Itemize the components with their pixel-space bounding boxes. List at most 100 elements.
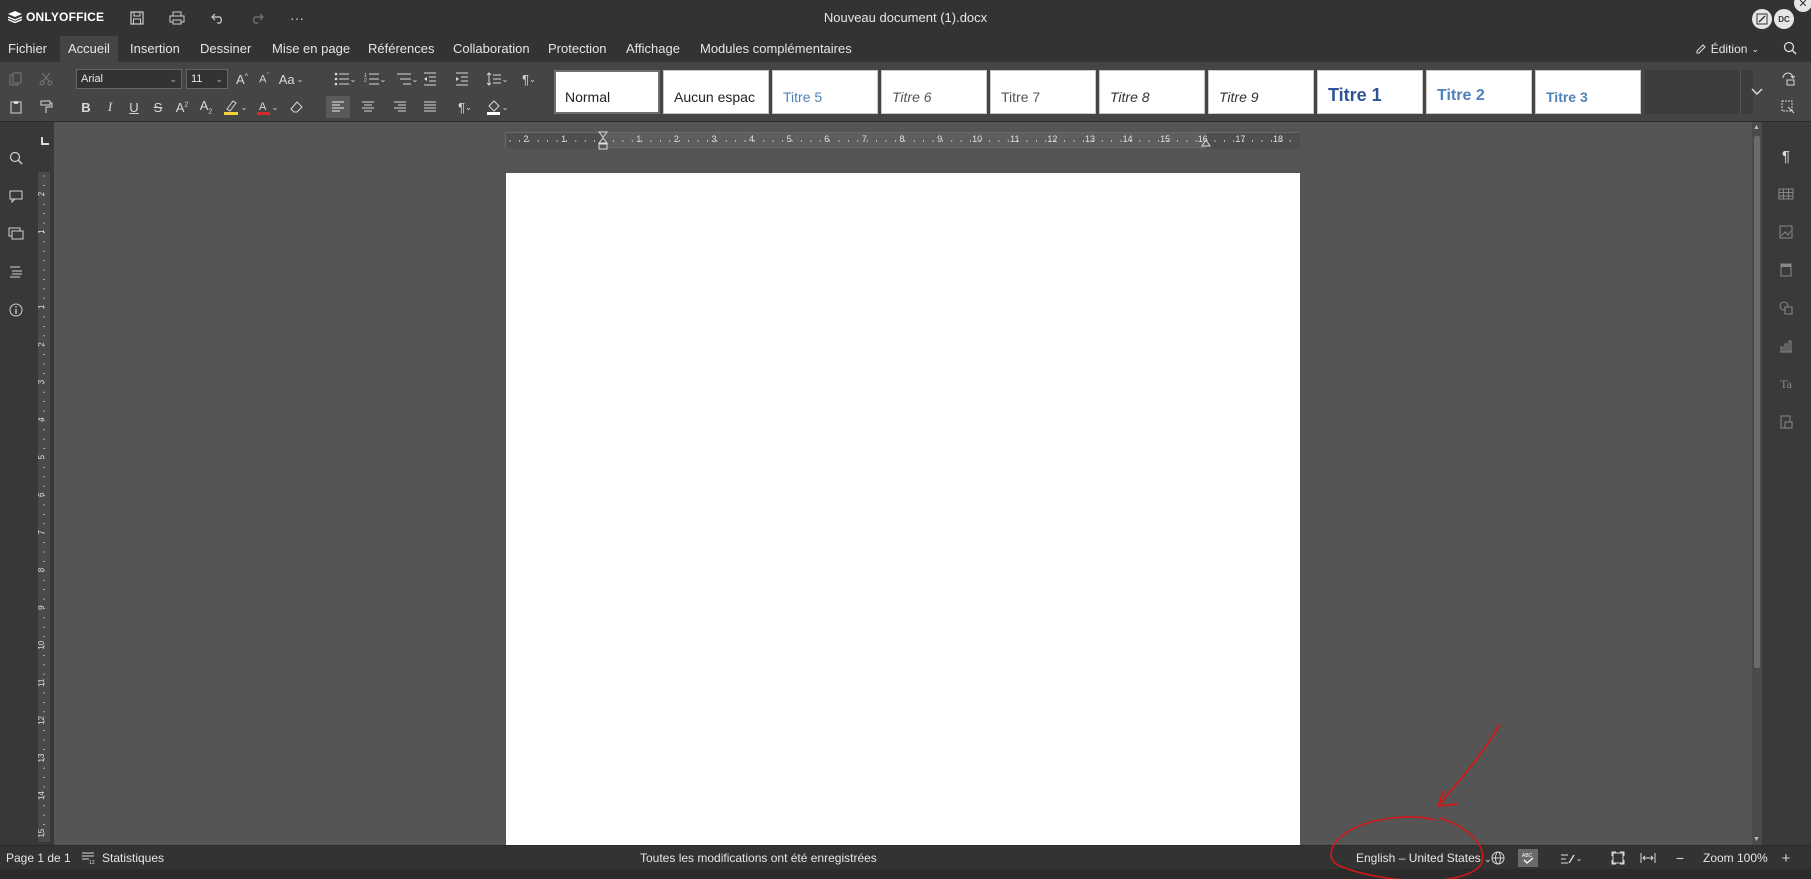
- decrease-indent-button[interactable]: [418, 68, 442, 90]
- style-titre-6[interactable]: Titre 6: [881, 70, 987, 114]
- user-avatar[interactable]: DC: [1774, 9, 1794, 29]
- align-right-button[interactable]: [388, 96, 412, 118]
- tab-references[interactable]: Références: [360, 36, 442, 62]
- find-button[interactable]: [6, 148, 26, 168]
- style-titre-7[interactable]: Titre 7: [990, 70, 1096, 114]
- increase-indent-button[interactable]: [450, 68, 474, 90]
- about-button[interactable]: [6, 300, 26, 320]
- scroll-up-icon[interactable]: ▲: [1753, 124, 1760, 131]
- style-aucun-espacement[interactable]: Aucun espac: [663, 70, 769, 114]
- close-window-button[interactable]: ✕: [1794, 0, 1811, 12]
- more-options-button[interactable]: ···: [286, 8, 308, 28]
- highlight-color-button[interactable]: ⌄: [220, 96, 250, 118]
- first-line-indent-marker[interactable]: [598, 131, 608, 151]
- line-spacing-button[interactable]: ⌄: [482, 68, 512, 90]
- styles-expand-button[interactable]: [1740, 70, 1772, 114]
- align-left-button[interactable]: [326, 96, 350, 118]
- scrollbar-thumb[interactable]: [1754, 136, 1760, 668]
- font-color-button[interactable]: A ⌄: [252, 96, 282, 118]
- tab-mise-en-page[interactable]: Mise en page: [264, 36, 358, 62]
- page-info[interactable]: Page 1 de 1: [6, 851, 71, 865]
- format-painter-button[interactable]: [34, 96, 58, 118]
- decrease-font-button[interactable]: Aˇ: [252, 68, 276, 90]
- navigation-button[interactable]: [6, 262, 26, 282]
- paragraph-settings-panel-button[interactable]: ¶: [1776, 146, 1796, 166]
- nonprinting-characters-button[interactable]: ¶ ⌄: [450, 96, 480, 118]
- zoom-level[interactable]: Zoom 100%: [1703, 851, 1768, 865]
- text-language-dropdown[interactable]: English – United States ⌄: [1356, 851, 1492, 865]
- select-all-button[interactable]: [1776, 96, 1800, 118]
- zoom-out-button[interactable]: −: [1670, 849, 1690, 867]
- print-button[interactable]: [166, 8, 188, 28]
- redo-button[interactable]: [246, 8, 268, 28]
- underline-button[interactable]: U: [122, 96, 146, 118]
- align-center-button[interactable]: [356, 96, 380, 118]
- chart-settings-button[interactable]: [1776, 336, 1796, 356]
- scroll-down-icon[interactable]: ▼: [1753, 836, 1760, 843]
- cut-button[interactable]: [34, 68, 58, 90]
- superscript-button[interactable]: A2: [170, 96, 194, 118]
- change-case-button[interactable]: Aa ⌄: [276, 68, 306, 90]
- paragraph-settings-button[interactable]: ¶ ⌄: [514, 68, 544, 90]
- font-size-select[interactable]: 11 ⌄: [186, 69, 228, 89]
- tab-modules-complementaires[interactable]: Modules complémentaires: [692, 36, 860, 62]
- tab-fichier[interactable]: Fichier: [0, 36, 55, 62]
- paragraph-shading-button[interactable]: ⌄: [482, 96, 512, 118]
- fit-to-page-button[interactable]: [1608, 849, 1628, 867]
- copy-button[interactable]: [4, 68, 28, 90]
- increase-font-button[interactable]: A^: [230, 68, 254, 90]
- header-footer-settings-button[interactable]: [1776, 260, 1796, 280]
- vertical-ruler[interactable]: 21123456789101112131415: [38, 172, 50, 842]
- style-titre-3[interactable]: Titre 3: [1535, 70, 1641, 114]
- replace-style-button[interactable]: [1776, 68, 1800, 90]
- save-button[interactable]: [126, 8, 148, 28]
- ruler-number: 2: [673, 134, 679, 144]
- tab-insertion[interactable]: Insertion: [122, 36, 188, 62]
- style-titre-2[interactable]: Titre 2: [1426, 70, 1532, 114]
- numbered-list-button[interactable]: 12 ⌄: [360, 68, 390, 90]
- mail-merge-button[interactable]: [1776, 412, 1796, 432]
- style-titre-9[interactable]: Titre 9: [1208, 70, 1314, 114]
- chat-button[interactable]: [6, 224, 26, 244]
- tab-accueil[interactable]: Accueil: [60, 36, 118, 62]
- strikethrough-button[interactable]: S: [146, 96, 170, 118]
- tab-dessiner[interactable]: Dessiner: [192, 36, 259, 62]
- paste-button[interactable]: [4, 96, 28, 118]
- style-normal[interactable]: Normal: [554, 70, 660, 114]
- subscript-button[interactable]: A2: [194, 96, 218, 118]
- vertical-scrollbar[interactable]: ▲ ▼: [1752, 122, 1762, 845]
- undo-button[interactable]: [207, 8, 229, 28]
- ruler-number: 2: [38, 342, 46, 347]
- tab-collaboration[interactable]: Collaboration: [445, 36, 538, 62]
- search-button[interactable]: [1783, 41, 1797, 55]
- justify-button[interactable]: [418, 96, 442, 118]
- zoom-in-button[interactable]: +: [1776, 849, 1796, 867]
- horizontal-ruler[interactable]: 2 1 1 2 3 4 5 6 7 8 9 10 11 12 13 14 15 16 17 18: [505, 131, 1300, 151]
- font-name-select[interactable]: Arial ⌄: [76, 69, 182, 89]
- track-changes-button[interactable]: ⌄: [1556, 849, 1586, 867]
- document-language-button[interactable]: [1488, 849, 1508, 867]
- right-indent-marker[interactable]: [1201, 139, 1211, 147]
- shape-settings-button[interactable]: [1776, 298, 1796, 318]
- image-settings-button[interactable]: [1776, 222, 1796, 242]
- comments-button[interactable]: [6, 186, 26, 206]
- style-titre-8[interactable]: Titre 8: [1099, 70, 1205, 114]
- spell-check-toggle[interactable]: ABC: [1518, 849, 1538, 867]
- tab-affichage[interactable]: Affichage: [618, 36, 688, 62]
- text-art-settings-button[interactable]: Ta: [1776, 374, 1796, 394]
- word-count-button[interactable]: 123: [78, 849, 98, 867]
- fit-to-width-button[interactable]: [1638, 849, 1658, 867]
- bullet-list-button[interactable]: ⌄: [330, 68, 360, 90]
- bold-button[interactable]: B: [74, 96, 98, 118]
- edit-mode-dropdown[interactable]: Édition ⌄: [1695, 36, 1759, 62]
- italic-button[interactable]: I: [98, 96, 122, 118]
- table-settings-button[interactable]: [1776, 184, 1796, 204]
- document-page[interactable]: [506, 173, 1300, 845]
- tab-stop-selector[interactable]: [40, 136, 50, 146]
- tab-protection[interactable]: Protection: [540, 36, 615, 62]
- edit-document-button[interactable]: [1752, 9, 1772, 29]
- style-titre-5[interactable]: Titre 5: [772, 70, 878, 114]
- clear-formatting-button[interactable]: [284, 96, 308, 118]
- style-titre-1[interactable]: Titre 1: [1317, 70, 1423, 114]
- statistics-label[interactable]: Statistiques: [102, 851, 164, 865]
